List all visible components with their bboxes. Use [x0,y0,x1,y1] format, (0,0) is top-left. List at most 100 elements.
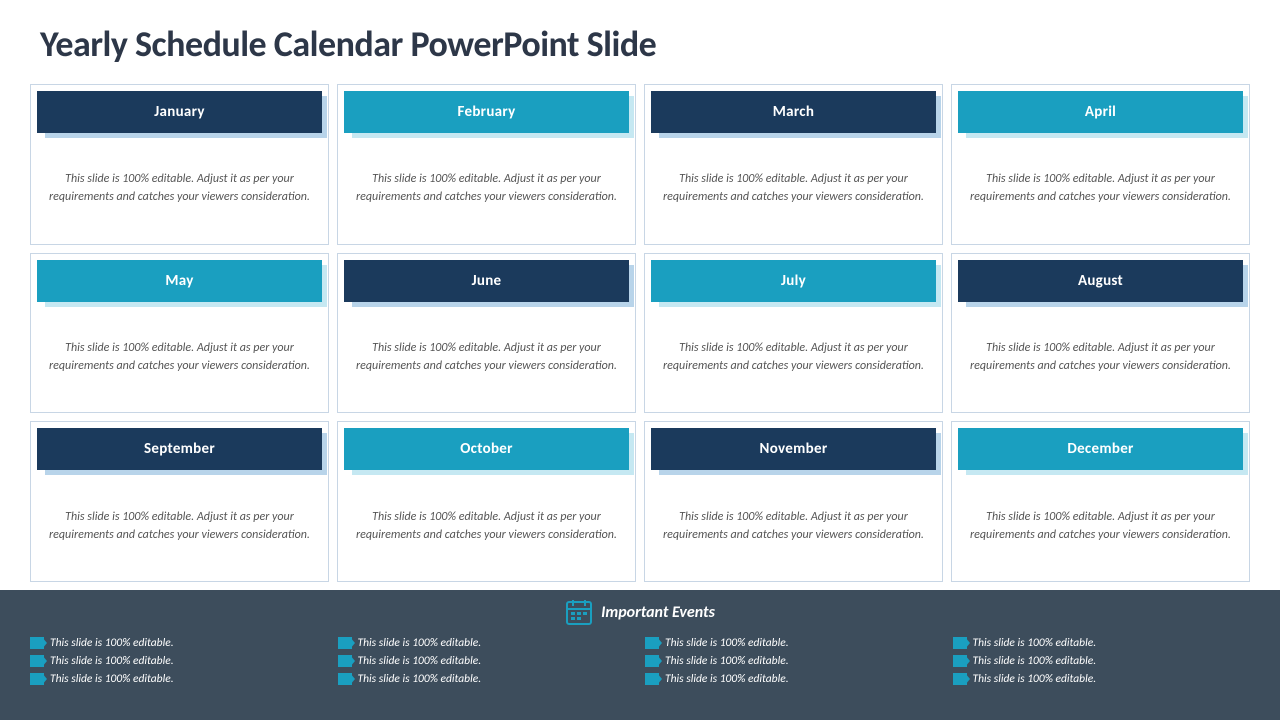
footer-item: This slide is 100% editable. [338,636,636,650]
month-card-december: December This slide is 100% editable. Ad… [951,421,1250,582]
month-name: December [1067,440,1133,458]
footer-item-text: This slide is 100% editable. [50,636,174,650]
footer-item: This slide is 100% editable. [30,636,328,650]
month-card-august: August This slide is 100% editable. Adju… [951,253,1250,414]
month-name: September [144,440,215,458]
footer-items-grid: This slide is 100% editable. This slide … [30,636,1250,686]
footer-item: This slide is 100% editable. [645,636,943,650]
month-header: November [651,428,936,470]
month-card-april: April This slide is 100% editable. Adjus… [951,84,1250,245]
month-name: February [458,103,516,121]
footer-item-text: This slide is 100% editable. [665,636,789,650]
month-header: June [344,260,629,302]
footer-item: This slide is 100% editable. [953,636,1251,650]
footer-bullet [953,655,967,667]
footer-bullet [338,655,352,667]
month-header: October [344,428,629,470]
month-card-june: June This slide is 100% editable. Adjust… [337,253,636,414]
footer-bullet [953,637,967,649]
footer-bullet [30,655,44,667]
month-body: This slide is 100% editable. Adjust it a… [338,302,635,413]
month-body: This slide is 100% editable. Adjust it a… [338,470,635,581]
footer-item-text: This slide is 100% editable. [973,672,1097,686]
month-name: April [1085,103,1116,121]
calendar-icon [565,598,593,626]
month-body: This slide is 100% editable. Adjust it a… [31,302,328,413]
footer-bar: Important Events This slide is 100% edit… [0,590,1280,720]
footer-column-3: This slide is 100% editable. This slide … [953,636,1251,686]
footer-item-text: This slide is 100% editable. [50,672,174,686]
footer-item-text: This slide is 100% editable. [358,672,482,686]
footer-column-0: This slide is 100% editable. This slide … [30,636,328,686]
footer-item-text: This slide is 100% editable. [665,672,789,686]
slide: Yearly Schedule Calendar PowerPoint Slid… [0,0,1280,720]
month-body: This slide is 100% editable. Adjust it a… [952,133,1249,244]
month-description: This slide is 100% editable. Adjust it a… [350,339,623,375]
month-body: This slide is 100% editable. Adjust it a… [645,470,942,581]
footer-item-text: This slide is 100% editable. [358,636,482,650]
footer-column-2: This slide is 100% editable. This slide … [645,636,943,686]
footer-column-1: This slide is 100% editable. This slide … [338,636,636,686]
month-header: April [958,91,1243,133]
footer-bullet [953,673,967,685]
month-header: May [37,260,322,302]
footer-item: This slide is 100% editable. [338,654,636,668]
month-body: This slide is 100% editable. Adjust it a… [31,470,328,581]
month-body: This slide is 100% editable. Adjust it a… [31,133,328,244]
footer-item: This slide is 100% editable. [30,672,328,686]
month-description: This slide is 100% editable. Adjust it a… [350,508,623,544]
month-header: February [344,91,629,133]
month-description: This slide is 100% editable. Adjust it a… [350,170,623,206]
month-description: This slide is 100% editable. Adjust it a… [43,508,316,544]
footer-item: This slide is 100% editable. [645,654,943,668]
month-description: This slide is 100% editable. Adjust it a… [657,508,930,544]
footer-bullet [645,655,659,667]
month-card-february: February This slide is 100% editable. Ad… [337,84,636,245]
footer-bullet [30,637,44,649]
footer-item: This slide is 100% editable. [953,672,1251,686]
month-description: This slide is 100% editable. Adjust it a… [43,339,316,375]
footer-item-text: This slide is 100% editable. [973,654,1097,668]
footer-item-text: This slide is 100% editable. [50,654,174,668]
month-body: This slide is 100% editable. Adjust it a… [952,470,1249,581]
month-name: March [773,103,814,121]
footer-item-text: This slide is 100% editable. [973,636,1097,650]
month-card-may: May This slide is 100% editable. Adjust … [30,253,329,414]
month-header: January [37,91,322,133]
footer-item: This slide is 100% editable. [30,654,328,668]
month-name: October [460,440,513,458]
calendar-grid: January This slide is 100% editable. Adj… [0,76,1280,590]
month-name: June [472,272,502,290]
footer-title-row: Important Events [30,598,1250,626]
month-body: This slide is 100% editable. Adjust it a… [952,302,1249,413]
month-body: This slide is 100% editable. Adjust it a… [645,302,942,413]
footer-item: This slide is 100% editable. [953,654,1251,668]
footer-bullet [645,637,659,649]
month-header: December [958,428,1243,470]
footer-bullet [30,673,44,685]
footer-item-text: This slide is 100% editable. [358,654,482,668]
month-name: August [1078,272,1123,290]
month-name: May [165,272,193,290]
month-card-january: January This slide is 100% editable. Adj… [30,84,329,245]
month-card-november: November This slide is 100% editable. Ad… [644,421,943,582]
month-description: This slide is 100% editable. Adjust it a… [964,508,1237,544]
month-header: March [651,91,936,133]
month-name: January [154,103,204,121]
footer-title: Important Events [601,603,715,622]
month-body: This slide is 100% editable. Adjust it a… [338,133,635,244]
month-description: This slide is 100% editable. Adjust it a… [657,170,930,206]
footer-item: This slide is 100% editable. [338,672,636,686]
month-description: This slide is 100% editable. Adjust it a… [964,170,1237,206]
footer-bullet [338,673,352,685]
month-header: September [37,428,322,470]
month-name: July [781,272,806,290]
month-header: August [958,260,1243,302]
footer-item-text: This slide is 100% editable. [665,654,789,668]
month-description: This slide is 100% editable. Adjust it a… [657,339,930,375]
month-description: This slide is 100% editable. Adjust it a… [43,170,316,206]
footer-item: This slide is 100% editable. [645,672,943,686]
footer-bullet [338,637,352,649]
month-header: July [651,260,936,302]
page-title: Yearly Schedule Calendar PowerPoint Slid… [0,0,1280,76]
